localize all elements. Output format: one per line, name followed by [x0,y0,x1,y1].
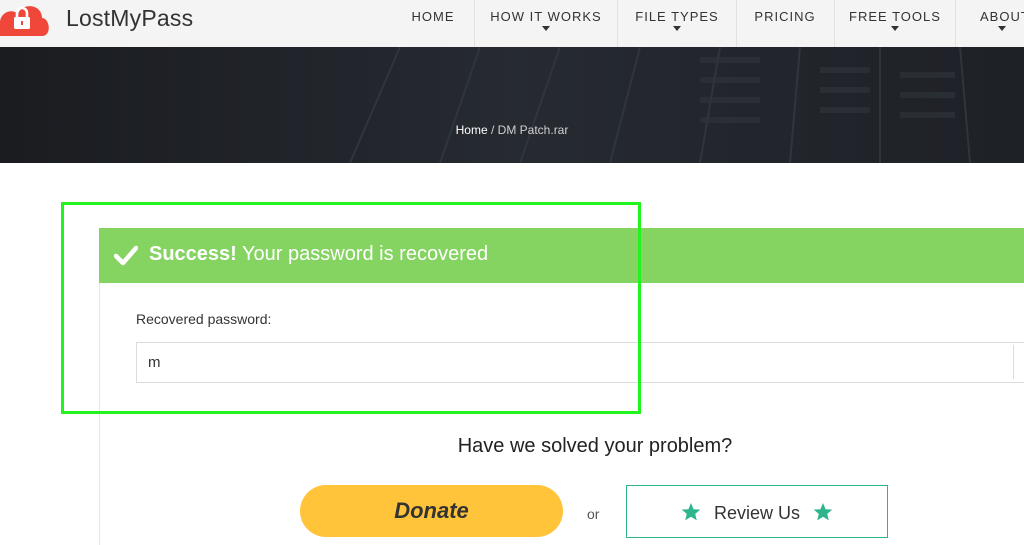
lock-cloud-icon [0,6,49,36]
server-background-image [0,47,1024,163]
breadcrumb-separator: / [487,123,498,137]
nav-free-tools[interactable]: FREE TOOLS [845,0,945,47]
breadcrumb: Home / DM Patch.rar [0,123,1024,137]
nav-free-tools-label: FREE TOOLS [849,9,941,24]
chevron-down-icon [673,26,681,31]
nav-file-types[interactable]: FILE TYPES [628,0,726,47]
nav-how-it-works[interactable]: HOW IT WORKS [486,0,606,47]
nav-file-types-label: FILE TYPES [635,9,719,24]
hero-banner: Home / DM Patch.rar [0,47,1024,163]
feedback-question: Have we solved your problem? [457,435,733,457]
nav-home-label: HOME [411,9,455,24]
review-us-label: Review Us [713,503,801,523]
nav-about[interactable]: ABOUT [972,0,1024,47]
chevron-down-icon [998,26,1006,31]
nav-home[interactable]: HOME [396,0,470,47]
field-separator [1013,345,1014,379]
chevron-down-icon [542,26,550,31]
nav-divider [834,0,835,47]
or-text: or [587,506,600,522]
nav-divider [617,0,618,47]
nav-divider [955,0,956,47]
nav-divider [736,0,737,47]
nav-pricing-label: PRICING [754,9,816,24]
nav-how-it-works-label: HOW IT WORKS [490,9,602,24]
nav-pricing[interactable]: PRICING [747,0,823,47]
top-navigation: LostMyPass HOME HOW IT WORKS FILE TYPES … [0,0,1024,47]
chevron-down-icon [891,26,899,31]
brand-name: LostMyPass [66,5,194,31]
star-icon [813,503,833,521]
donate-button[interactable]: Donate [300,485,563,537]
review-us-button[interactable]: Review Us [626,485,888,538]
breadcrumb-current: DM Patch.rar [497,123,569,137]
breadcrumb-home-link[interactable]: Home [456,123,488,137]
highlight-box [61,202,641,414]
nav-divider [474,0,475,47]
nav-about-label: ABOUT [980,9,1024,24]
